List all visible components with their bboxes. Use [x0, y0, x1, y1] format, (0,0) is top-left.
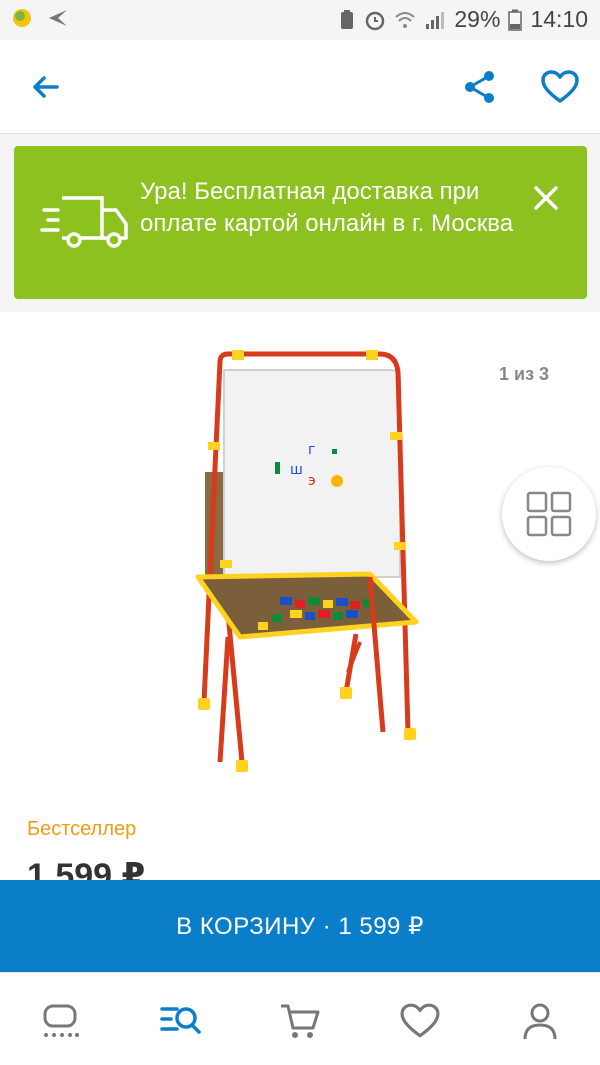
product-image[interactable]: ш г э: [180, 342, 420, 782]
app-notification-icon: [13, 9, 31, 27]
battery-percent: 29%: [454, 6, 501, 32]
send-notification-icon: [49, 10, 67, 26]
share-icon: [465, 71, 494, 103]
back-button[interactable]: [22, 63, 70, 111]
catalog-search-icon: [160, 1007, 201, 1034]
battery-saver-icon: [341, 9, 354, 29]
top-app-bar: [0, 40, 600, 134]
arrow-left-icon: [33, 76, 59, 98]
svg-text:э: э: [308, 473, 316, 489]
profile-icon: [523, 1003, 557, 1040]
product-card: 1 из 3 ш г э Бестселлер 1 599 ₽: [0, 312, 600, 912]
grid-icon: [526, 491, 572, 537]
signal-icon: [426, 11, 445, 29]
bestseller-badge: Бестселлер: [27, 818, 137, 840]
promo-text: Ура! Бесплатная доставка при оплате карт…: [140, 178, 514, 237]
image-counter: 1 из 3: [499, 364, 550, 384]
cart-icon: [281, 1004, 320, 1038]
nav-favorites[interactable]: [398, 999, 442, 1043]
close-banner-button[interactable]: [522, 174, 570, 222]
delivery-truck-icon: [40, 196, 128, 248]
close-icon: [534, 186, 558, 210]
bottom-navigation: [0, 972, 600, 1065]
nav-catalog[interactable]: [158, 999, 202, 1043]
share-button[interactable]: [456, 63, 504, 111]
wifi-icon: [395, 11, 416, 28]
status-bar: 29% 14:10: [0, 0, 600, 40]
status-right: 29% 14:10: [338, 6, 588, 33]
alarm-icon: [366, 11, 385, 30]
battery-icon: [508, 9, 523, 31]
nav-profile[interactable]: [518, 999, 562, 1043]
free-delivery-banner: Ура! Бесплатная доставка при оплате карт…: [14, 146, 587, 299]
status-left: [10, 6, 70, 30]
home-icon: [43, 1004, 79, 1037]
product-screen: 29% 14:10 Ура! Бесплатная доставка при о…: [0, 0, 600, 1065]
heart-icon: [541, 70, 579, 103]
gallery-button[interactable]: [502, 467, 596, 561]
favorite-button[interactable]: [536, 63, 584, 111]
heart-icon: [400, 1003, 440, 1038]
svg-text:г: г: [308, 442, 315, 458]
svg-text:ш: ш: [290, 462, 303, 478]
nav-home[interactable]: [38, 999, 82, 1043]
nav-cart[interactable]: [278, 999, 322, 1043]
clock: 14:10: [530, 6, 588, 32]
add-to-cart-button[interactable]: В КОРЗИНУ · 1 599 ₽: [0, 880, 600, 972]
